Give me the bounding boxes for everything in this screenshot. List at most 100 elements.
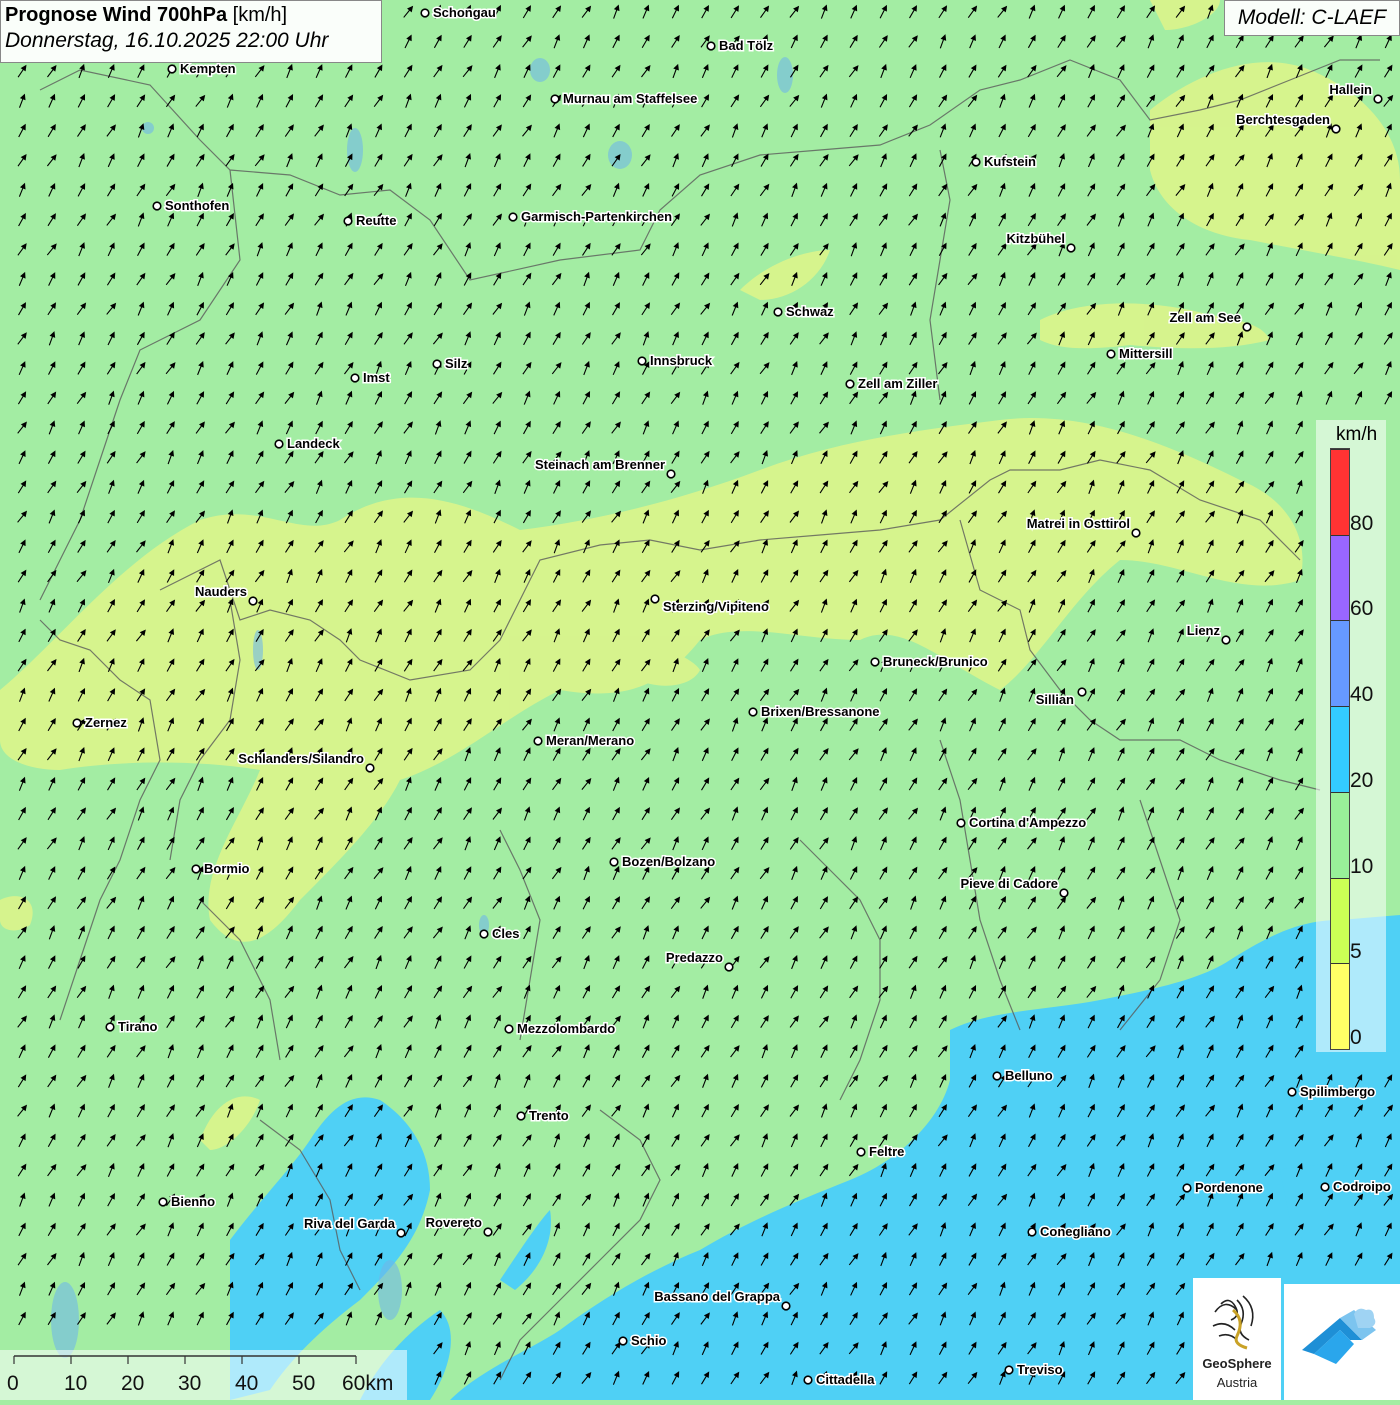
city-dot (351, 374, 359, 382)
city-label: Bozen/Bolzano (622, 854, 715, 869)
city-marker: Innsbruck (638, 353, 713, 368)
city-marker: Mezzolombardo (505, 1021, 615, 1036)
city-dot (168, 65, 176, 73)
city-dot (1222, 636, 1230, 644)
city-label: Kufstein (984, 154, 1036, 169)
city-label: Conegliano (1040, 1224, 1111, 1239)
city-dot (1005, 1366, 1013, 1374)
warn-app-icon (1284, 1284, 1400, 1400)
lake-0 (347, 128, 363, 172)
city-label: Brixen/Bressanone (761, 704, 880, 719)
city-label: Pordenone (1195, 1180, 1263, 1195)
city-label: Imst (363, 370, 390, 385)
city-dot (433, 360, 441, 368)
city-dot (871, 658, 879, 666)
city-dot (106, 1023, 114, 1031)
legend-band-10-20 (1331, 792, 1349, 878)
city-label: Predazzo (666, 950, 723, 965)
scale-label: 50 (292, 1372, 315, 1396)
city-label: Matrei in Osttirol (1027, 516, 1130, 531)
city-label: Innsbruck (650, 353, 713, 368)
legend-tick-label: 20 (1350, 769, 1373, 793)
city-marker: Brixen/Bressanone (749, 704, 879, 719)
city-label: Bad Tölz (719, 38, 774, 53)
city-dot (517, 1112, 525, 1120)
map-subtitle: Donnerstag, 16.10.2025 22:00 Uhr (5, 29, 377, 53)
legend-band-5-10 (1331, 878, 1349, 964)
city-label: Zernez (85, 715, 127, 730)
map-title: Prognose Wind 700hPa [km/h] (5, 4, 377, 27)
city-dot (782, 1302, 790, 1310)
city-dot (638, 357, 646, 365)
legend-tick-label: 5 (1350, 940, 1362, 964)
legend-tick-label: 10 (1350, 855, 1373, 879)
city-dot (774, 308, 782, 316)
city-dot (846, 380, 854, 388)
city-dot (651, 595, 659, 603)
city-dot (421, 9, 429, 17)
city-dot (972, 158, 980, 166)
title-box: Prognose Wind 700hPa [km/h] Donnerstag, … (0, 0, 382, 63)
legend-band-0-5 (1331, 963, 1349, 1049)
city-label: Zell am Ziller (858, 376, 937, 391)
city-dot (275, 440, 283, 448)
city-dot (480, 930, 488, 938)
city-label: Belluno (1005, 1068, 1053, 1083)
city-label: Sterzing/Vipiteno (663, 599, 769, 614)
legend-band-80-100 (1331, 449, 1349, 535)
city-dot (1067, 244, 1075, 252)
city-label: Lienz (1187, 623, 1221, 638)
city-dot (1374, 95, 1382, 103)
city-dot (505, 1025, 513, 1033)
city-marker: Conegliano (1028, 1224, 1111, 1239)
city-dot (551, 95, 559, 103)
city-marker: Schongau (421, 5, 496, 20)
city-dot (610, 858, 618, 866)
lake-5 (51, 1282, 79, 1358)
city-dot (857, 1148, 865, 1156)
legend-band-40-60 (1331, 620, 1349, 706)
city-dot (509, 213, 517, 221)
city-marker: Pordenone (1183, 1180, 1263, 1195)
city-dot (1060, 889, 1068, 897)
city-marker: Sonthofen (153, 198, 229, 213)
city-label: Rovereto (426, 1215, 482, 1230)
city-dot (1078, 688, 1086, 696)
city-dot (397, 1229, 405, 1237)
city-label: Bormio (204, 861, 250, 876)
city-marker: Bozen/Bolzano (610, 854, 715, 869)
city-label: Steinach am Brenner (535, 457, 665, 472)
city-dot (534, 737, 542, 745)
city-label: Spilimbergo (1300, 1084, 1375, 1099)
lake-2 (777, 57, 793, 93)
city-dot (1321, 1183, 1329, 1191)
city-dot (366, 764, 374, 772)
city-label: Reutte (356, 213, 396, 228)
legend-tick-label: 80 (1350, 512, 1373, 536)
map-title-bold: Prognose Wind 700hPa (5, 4, 227, 26)
city-label: Sonthofen (165, 198, 229, 213)
city-label: Landeck (287, 436, 341, 451)
model-label: Modell: C-LAEF (1224, 0, 1400, 36)
city-marker: Cortina d'Ampezzo (957, 815, 1086, 830)
city-label: Hallein (1329, 82, 1372, 97)
lake-6 (378, 1260, 402, 1320)
geosphere-logo-name: GeoSphere (1193, 1356, 1281, 1371)
city-label: Mezzolombardo (517, 1021, 615, 1036)
app-logo-icon (1284, 1284, 1400, 1400)
city-label: Cles (492, 926, 519, 941)
lake-8 (530, 58, 550, 82)
city-dot (725, 963, 733, 971)
city-marker: Garmisch-Partenkirchen (509, 209, 672, 224)
city-dot (1288, 1088, 1296, 1096)
city-label: Garmisch-Partenkirchen (521, 209, 672, 224)
city-label: Cortina d'Ampezzo (969, 815, 1086, 830)
city-label: Kempten (180, 61, 236, 76)
city-dot (73, 719, 81, 727)
city-label: Murnau am Staffelsee (563, 91, 697, 106)
scale-label: 0 (7, 1372, 19, 1396)
scale-label: 60km (342, 1372, 393, 1396)
city-dot (192, 865, 200, 873)
city-dot (153, 202, 161, 210)
legend-color-bar (1330, 448, 1350, 1050)
